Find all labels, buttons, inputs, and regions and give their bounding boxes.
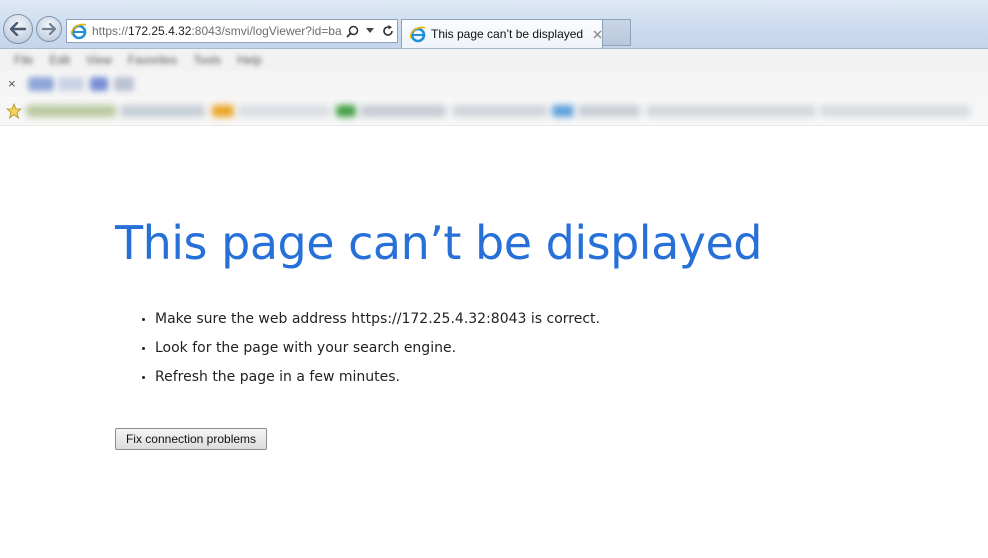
menu-items-blurred: File Edit View Favorites Tools Help bbox=[14, 53, 262, 67]
list-item: Look for the page with your search engin… bbox=[140, 337, 600, 366]
menu-item[interactable]: Tools bbox=[193, 53, 221, 67]
address-path: :8043/smvi/logViewer?id=bac bbox=[191, 24, 342, 38]
address-scheme: https:// bbox=[92, 24, 129, 38]
refresh-button[interactable] bbox=[380, 23, 396, 39]
back-button[interactable] bbox=[3, 14, 33, 44]
page-title: This page can’t be displayed bbox=[115, 216, 763, 270]
blurred-item bbox=[90, 77, 108, 91]
blurred-favorite bbox=[26, 105, 116, 117]
tab-title: This page can’t be displayed bbox=[431, 27, 584, 41]
tab-current[interactable]: This page can’t be displayed bbox=[401, 19, 603, 48]
blurred-favorite bbox=[578, 105, 640, 117]
menu-item[interactable]: Favorites bbox=[128, 53, 177, 67]
refresh-icon bbox=[383, 25, 393, 36]
close-icon bbox=[593, 30, 602, 38]
blurred-item bbox=[58, 77, 84, 91]
ie-logo-icon bbox=[70, 23, 87, 40]
menu-item[interactable]: Edit bbox=[49, 53, 70, 67]
blurred-favorite bbox=[360, 105, 446, 117]
address-dropdown-button[interactable] bbox=[362, 23, 378, 39]
blurred-favorite bbox=[452, 105, 548, 117]
blurred-item bbox=[28, 77, 54, 91]
list-item: Refresh the page in a few minutes. bbox=[140, 366, 600, 395]
chevron-down-icon bbox=[366, 28, 374, 33]
blurred-favorite bbox=[336, 105, 356, 117]
command-bar-close-button[interactable]: × bbox=[8, 76, 16, 91]
blurred-favorite bbox=[646, 105, 816, 117]
ie-logo-icon bbox=[409, 26, 426, 43]
menu-item[interactable]: File bbox=[14, 53, 33, 67]
back-arrow-icon bbox=[10, 22, 26, 36]
command-bar: × bbox=[0, 71, 988, 97]
blurred-favorite bbox=[212, 105, 234, 117]
address-bar[interactable]: https://172.25.4.32:8043/smvi/logViewer?… bbox=[66, 19, 398, 43]
tab-close-button[interactable] bbox=[592, 28, 602, 40]
favorites-bar bbox=[0, 97, 988, 126]
suggestion-list: Make sure the web address https://172.25… bbox=[140, 308, 600, 395]
search-icon bbox=[345, 25, 358, 38]
blurred-item bbox=[114, 77, 134, 91]
blurred-favorite bbox=[820, 105, 970, 117]
favorites-star-icon[interactable] bbox=[6, 103, 22, 119]
forward-button[interactable] bbox=[36, 16, 62, 42]
fix-connection-problems-button[interactable]: Fix connection problems bbox=[115, 428, 267, 450]
forward-arrow-icon bbox=[42, 23, 56, 35]
new-tab-button[interactable] bbox=[603, 19, 631, 46]
blurred-favorite bbox=[552, 105, 574, 117]
menu-item[interactable]: View bbox=[86, 53, 112, 67]
menu-item[interactable]: Help bbox=[237, 53, 262, 67]
menu-bar: File Edit View Favorites Tools Help bbox=[0, 49, 988, 72]
address-input[interactable]: https://172.25.4.32:8043/smvi/logViewer?… bbox=[92, 24, 342, 38]
address-host: 172.25.4.32 bbox=[128, 24, 192, 38]
browser-chrome: https://172.25.4.32:8043/smvi/logViewer?… bbox=[0, 0, 988, 49]
list-item: Make sure the web address https://172.25… bbox=[140, 308, 600, 337]
blurred-favorite bbox=[238, 105, 330, 117]
blurred-favorite bbox=[120, 105, 205, 117]
search-button[interactable] bbox=[344, 23, 360, 39]
